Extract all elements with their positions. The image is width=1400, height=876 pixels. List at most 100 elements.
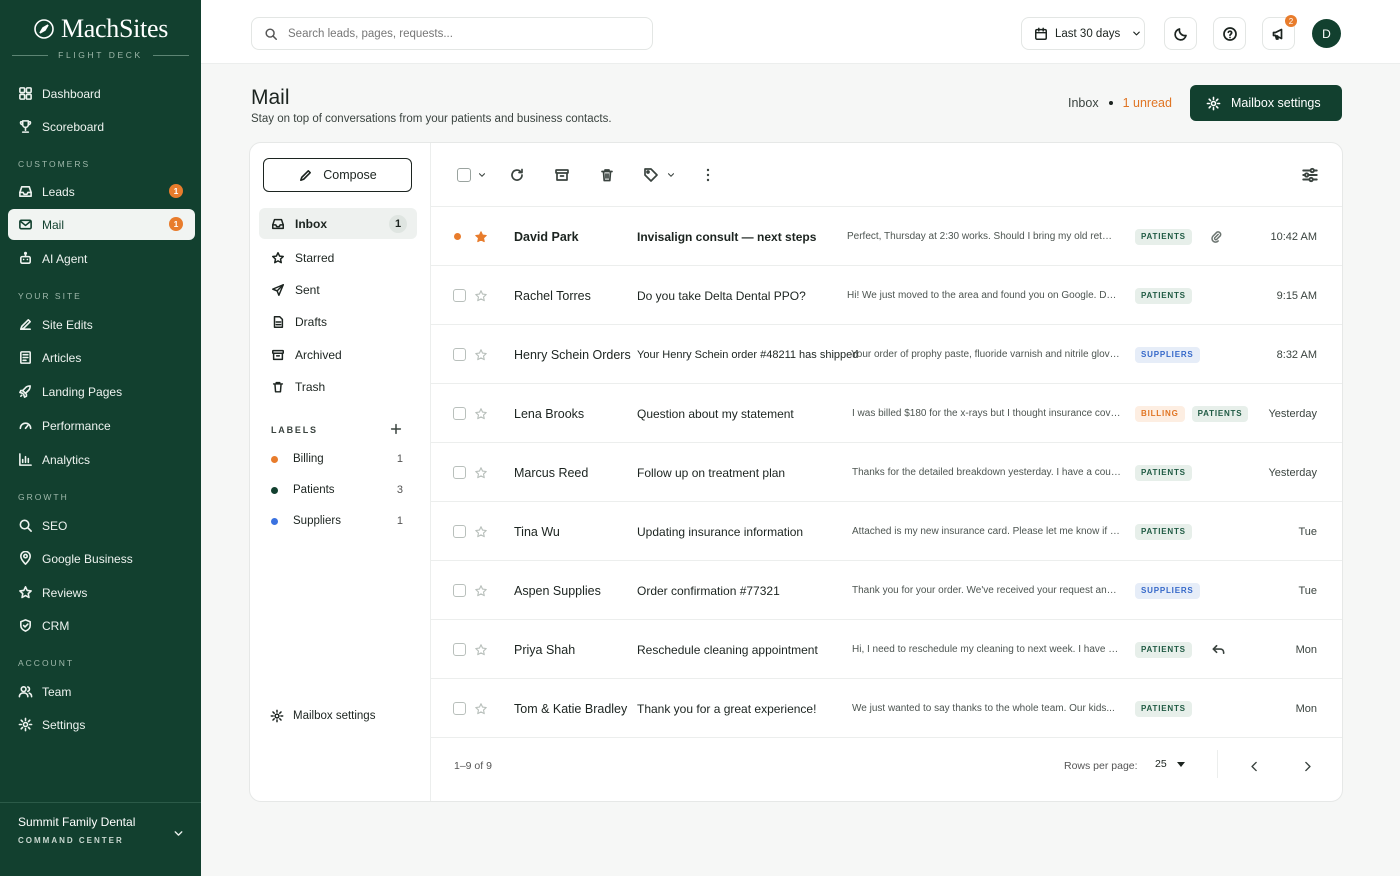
sidebar-item-analytics[interactable]: Analytics [8, 444, 195, 475]
sidebar-item-scoreboard[interactable]: Scoreboard [8, 111, 195, 142]
section-label-your-site: YOUR SITE [18, 291, 82, 301]
folder-sent[interactable]: Sent [259, 274, 417, 305]
star-toggle[interactable] [474, 679, 488, 738]
tag-patients: PATIENTS [1135, 228, 1192, 245]
select-all-checkbox[interactable] [457, 163, 487, 187]
row-checkbox[interactable] [453, 502, 466, 561]
sidebar-item-label: Team [42, 684, 72, 699]
section-label-growth: GROWTH [18, 492, 69, 502]
sidebar-item-settings[interactable]: Settings [8, 709, 195, 740]
mailbox-settings-button[interactable]: Mailbox settings [1190, 85, 1342, 121]
folder-trash[interactable]: Trash [259, 371, 417, 402]
message-row[interactable]: Priya Shah Reschedule cleaning appointme… [431, 620, 1342, 679]
row-checkbox[interactable] [453, 443, 466, 502]
sidebar-item-team[interactable]: Team [8, 676, 195, 707]
brand: MachSites FLIGHT DECK [0, 14, 201, 60]
compass-logo-icon [33, 18, 55, 40]
sidebar-item-site-edits[interactable]: Site Edits [8, 309, 195, 340]
message-row[interactable]: Marcus Reed Follow up on treatment plan … [431, 443, 1342, 502]
label-suppliers[interactable]: Suppliers 1 [271, 511, 411, 531]
refresh-button[interactable] [509, 163, 525, 187]
gear-icon [270, 709, 284, 723]
folder-label: Sent [295, 282, 320, 297]
message-row[interactable]: David Park Invisalign consult — next ste… [431, 207, 1342, 266]
row-checkbox[interactable] [453, 384, 466, 443]
label-menu-button[interactable] [643, 163, 676, 187]
message-row[interactable]: Rachel Torres Do you take Delta Dental P… [431, 266, 1342, 325]
star-toggle[interactable] [474, 266, 488, 325]
date-range-select[interactable]: Last 30 days [1021, 17, 1145, 50]
message-row[interactable]: Henry Schein Orders Your Henry Schein or… [431, 325, 1342, 384]
sidebar-item-ai-agent[interactable]: AI Agent [8, 243, 195, 274]
search-box[interactable] [251, 17, 653, 50]
notifications-button[interactable]: 2 [1262, 15, 1297, 50]
message-time: 9:15 AM [1276, 289, 1317, 302]
prev-page-button[interactable] [1244, 756, 1264, 776]
star-toggle[interactable] [474, 325, 488, 384]
search-input[interactable] [288, 27, 628, 40]
moon-icon [1173, 26, 1189, 42]
robot-icon [18, 251, 33, 266]
label-count: 1 [396, 515, 403, 527]
folder-archived[interactable]: Archived [259, 339, 417, 370]
sidebar-item-reviews[interactable]: Reviews [8, 577, 195, 608]
label-billing[interactable]: Billing 1 [271, 449, 411, 469]
sidebar-item-crm[interactable]: CRM [8, 610, 195, 641]
archive-button[interactable] [554, 163, 570, 187]
folder-label: Inbox [295, 216, 327, 231]
org-switcher[interactable]: Summit Family Dental COMMAND CENTER [0, 802, 201, 876]
star-toggle[interactable] [474, 384, 488, 443]
sidebar-item-articles[interactable]: Articles [8, 342, 195, 373]
sidebar-item-google-business[interactable]: Google Business [8, 543, 195, 574]
star-toggle[interactable] [474, 620, 488, 679]
avatar[interactable]: D [1312, 19, 1341, 48]
message-row[interactable]: Tina Wu Updating insurance information A… [431, 502, 1342, 561]
chevron-down-icon [172, 827, 185, 840]
message-subject: Question about my statement [637, 406, 794, 421]
filter-settings-button[interactable] [1301, 163, 1319, 187]
compose-button[interactable]: Compose [263, 158, 412, 192]
add-label-button[interactable] [389, 422, 405, 438]
mail-card: Compose Inbox 1 Starred Sent Drafts Arch… [249, 142, 1343, 802]
row-checkbox[interactable] [453, 561, 466, 620]
sidebar-item-performance[interactable]: Performance [8, 410, 195, 441]
row-checkbox[interactable] [453, 620, 466, 679]
message-preview: Your order of prophy paste, fluoride var… [851, 349, 1121, 360]
star-toggle[interactable] [474, 207, 488, 266]
sidebar-item-label: Reviews [42, 585, 88, 600]
sidebar-item-leads[interactable]: Leads 1 [8, 176, 195, 207]
compose-label: Compose [323, 168, 377, 182]
folder-drafts[interactable]: Drafts [259, 306, 417, 337]
label-patients[interactable]: Patients 3 [271, 480, 411, 500]
tag-patients: PATIENTS [1191, 405, 1249, 422]
more-actions-button[interactable] [700, 163, 716, 187]
sidebar-item-landing-pages[interactable]: Landing Pages [8, 376, 195, 407]
next-page-button[interactable] [1297, 756, 1317, 776]
message-sender: Lena Brooks [514, 406, 585, 421]
star-toggle[interactable] [474, 561, 488, 620]
row-checkbox[interactable] [453, 325, 466, 384]
message-row[interactable]: Aspen Supplies Order confirmation #77321… [431, 561, 1342, 620]
help-button[interactable] [1213, 17, 1246, 50]
sidebar-item-label: Landing Pages [42, 384, 123, 399]
delete-button[interactable] [599, 163, 615, 187]
inbox-count: 1 [389, 215, 407, 233]
row-checkbox[interactable] [453, 266, 466, 325]
folder-inbox[interactable]: Inbox 1 [259, 208, 417, 239]
message-time: Yesterday [1268, 466, 1317, 479]
rows-per-page-select[interactable]: 25 [1155, 758, 1185, 770]
sidebar-item-dashboard[interactable]: Dashboard [8, 78, 195, 109]
folder-starred[interactable]: Starred [259, 242, 417, 273]
row-checkbox[interactable] [453, 679, 466, 738]
folder-mailbox-settings[interactable]: Mailbox settings [270, 709, 375, 723]
message-row[interactable]: Lena Brooks Question about my statement … [431, 384, 1342, 443]
theme-toggle-button[interactable] [1164, 17, 1197, 50]
message-row[interactable]: Tom & Katie Bradley Thank you for a grea… [431, 679, 1342, 738]
sidebar-item-mail[interactable]: Mail 1 [8, 209, 195, 240]
sidebar-item-seo[interactable]: SEO [8, 510, 195, 541]
star-toggle[interactable] [474, 443, 488, 502]
divider [1217, 750, 1218, 778]
star-toggle[interactable] [474, 502, 488, 561]
archive-icon [554, 167, 570, 183]
chevron-down-icon [1131, 28, 1142, 39]
